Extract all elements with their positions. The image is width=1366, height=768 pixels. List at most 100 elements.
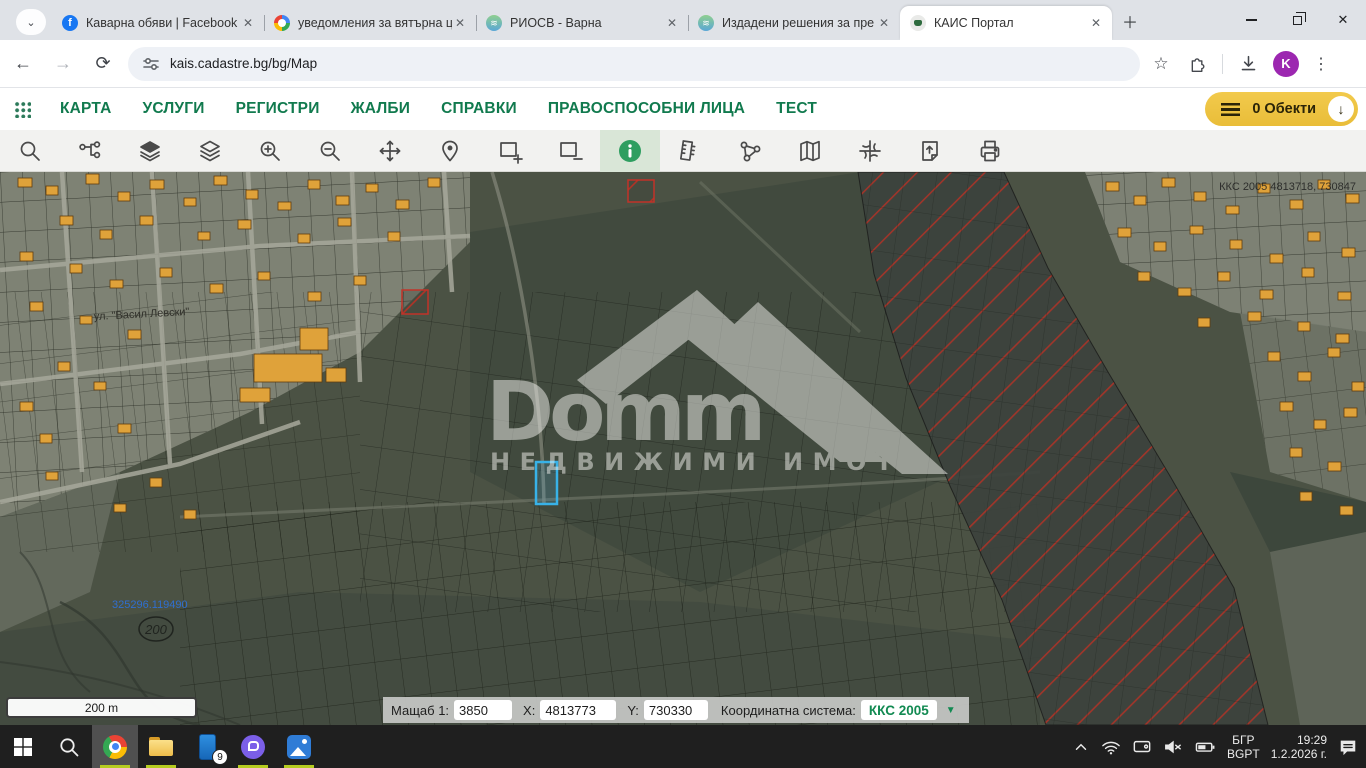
x-coordinate-input[interactable] (540, 700, 616, 720)
tool-share-button[interactable] (720, 130, 780, 172)
window-restore-button[interactable] (1274, 0, 1320, 40)
y-coordinate-input[interactable] (644, 700, 708, 720)
nav-item-registri[interactable]: РЕГИСТРИ (236, 100, 320, 118)
taskbar-photos-button[interactable] (276, 725, 322, 768)
start-button[interactable] (0, 725, 46, 768)
layers-filled-icon (137, 138, 163, 164)
windows-logo-icon (13, 737, 33, 757)
display-cast-icon[interactable] (1132, 738, 1152, 756)
nav-item-test[interactable]: ТЕСТ (776, 100, 817, 118)
search-icon (58, 736, 80, 758)
nav-item-uslugi[interactable]: УСЛУГИ (142, 100, 204, 118)
new-tab-button[interactable]: ＋ (1116, 7, 1144, 35)
tray-chevron-up-icon[interactable] (1072, 738, 1090, 756)
site-settings-icon[interactable] (142, 55, 160, 73)
corner-reference-label: ККС 2005 4813718, 730847 (1219, 181, 1356, 193)
action-center-icon[interactable] (1338, 737, 1358, 757)
tool-pan-button[interactable] (360, 130, 420, 172)
tool-map-sheets-button[interactable] (780, 130, 840, 172)
profile-avatar[interactable]: K (1273, 51, 1299, 77)
taskbar-explorer-button[interactable] (138, 725, 184, 768)
zoom-out-icon (317, 138, 343, 164)
taskbar-phone-link-button[interactable]: 9 (184, 725, 230, 768)
browser-tab-riosv[interactable]: ≋ РИОСВ - Варна ✕ (476, 6, 688, 40)
browser-tab-kais-active[interactable]: КАИС Портал ✕ (900, 6, 1112, 40)
tool-print-button[interactable] (960, 130, 1020, 172)
tool-locate-button[interactable] (420, 130, 480, 172)
system-tray: БГР BGPT 19:29 1.2.2026 г. (1072, 733, 1366, 761)
close-tab-icon[interactable]: ✕ (664, 15, 680, 31)
nav-item-pravosposobni-litsa[interactable]: ПРАВОСПОСОБНИ ЛИЦА (548, 100, 745, 118)
objects-button[interactable]: 0 Обекти ↓ (1205, 92, 1358, 126)
facebook-icon: f (62, 15, 78, 31)
restore-icon (1293, 16, 1302, 25)
toolbar-divider (1222, 54, 1223, 74)
forward-button[interactable]: → (46, 47, 80, 81)
notification-badge: 9 (212, 749, 228, 765)
apps-grid-icon[interactable] (14, 101, 31, 118)
objects-expand-button[interactable]: ↓ (1328, 96, 1354, 122)
crs-value: ККС 2005 (869, 703, 929, 718)
language-indicator[interactable]: БГР BGPT (1227, 733, 1260, 761)
downloads-icon[interactable] (1237, 53, 1259, 75)
tool-search-button[interactable] (0, 130, 60, 172)
tool-layers-filled-button[interactable] (120, 130, 180, 172)
battery-charging-icon[interactable] (1194, 738, 1216, 756)
tool-select-remove-button[interactable] (540, 130, 600, 172)
window-minimize-button[interactable] (1228, 0, 1274, 40)
close-tab-icon[interactable]: ✕ (876, 15, 892, 31)
scale-label: Мащаб 1: (391, 703, 449, 718)
clock[interactable]: 19:29 1.2.2026 г. (1271, 733, 1327, 761)
taskbar-chrome-button[interactable] (92, 725, 138, 768)
map-canvas[interactable]: Domm НЕДВИЖИМИ ИМОТИ ККС 2005 4813718, 7… (0, 172, 1366, 725)
location-pin-icon (437, 138, 463, 164)
tab-title: Каварна обяви | Facebook (86, 16, 240, 30)
scale-input[interactable] (454, 700, 512, 720)
back-button[interactable]: ← (6, 47, 40, 81)
url-text[interactable]: kais.cadastre.bg/bg/Map (170, 56, 317, 71)
nav-item-karta[interactable]: КАРТА (60, 100, 111, 118)
taskbar-search-button[interactable] (46, 725, 92, 768)
zoom-in-icon (257, 138, 283, 164)
tool-identify-button[interactable] (600, 130, 660, 172)
reload-button[interactable]: ⟳ (86, 47, 120, 81)
crs-select[interactable]: ККС 2005 (861, 700, 937, 720)
browser-tab-strip: ⌄ f Каварна обяви | Facebook ✕ уведомлен… (0, 0, 1366, 40)
tool-routes-button[interactable] (60, 130, 120, 172)
nav-item-spravki[interactable]: СПРАВКИ (441, 100, 517, 118)
map-status-bar: Мащаб 1: X: Y: Координатна система: ККС … (383, 697, 969, 723)
tool-export-button[interactable] (900, 130, 960, 172)
scale-bar: 200 m (6, 697, 197, 718)
objects-count-label: 0 Обекти (1252, 101, 1316, 117)
browser-tab-facebook[interactable]: f Каварна обяви | Facebook ✕ (52, 6, 264, 40)
measure-icon (677, 138, 703, 164)
tool-zoom-in-button[interactable] (240, 130, 300, 172)
tool-select-add-button[interactable] (480, 130, 540, 172)
window-close-button[interactable]: ✕ (1320, 0, 1366, 40)
nav-item-zhalbi[interactable]: ЖАЛБИ (351, 100, 411, 118)
extensions-icon[interactable] (1186, 53, 1208, 75)
tab-search-button[interactable]: ⌄ (16, 9, 46, 35)
browser-menu-icon[interactable]: ⋮ (1313, 54, 1329, 74)
close-tab-icon[interactable]: ✕ (240, 15, 256, 31)
tool-measure-button[interactable] (660, 130, 720, 172)
tool-layers-button[interactable] (180, 130, 240, 172)
crs-dropdown-icon[interactable]: ▼ (946, 705, 956, 716)
close-tab-icon[interactable]: ✕ (1088, 15, 1104, 31)
taskbar-viber-button[interactable] (230, 725, 276, 768)
tool-coordinates-button[interactable] (840, 130, 900, 172)
tab-title: Издадени решения за пре (722, 16, 876, 30)
tab-title: уведомления за вятърна це (298, 16, 452, 30)
close-tab-icon[interactable]: ✕ (452, 15, 468, 31)
browser-tab-google-search[interactable]: уведомления за вятърна це ✕ (264, 6, 476, 40)
browser-tab-decisions[interactable]: ≋ Издадени решения за пре ✕ (688, 6, 900, 40)
bookmark-star-icon[interactable]: ☆ (1150, 53, 1172, 75)
tool-zoom-out-button[interactable] (300, 130, 360, 172)
file-explorer-icon (149, 737, 173, 756)
date-label: 1.2.2026 г. (1271, 747, 1327, 761)
google-icon (274, 15, 290, 31)
wave-icon: ≋ (486, 15, 502, 31)
wifi-icon[interactable] (1101, 738, 1121, 756)
speaker-muted-icon[interactable] (1163, 738, 1183, 756)
address-bar[interactable]: kais.cadastre.bg/bg/Map (128, 47, 1140, 81)
